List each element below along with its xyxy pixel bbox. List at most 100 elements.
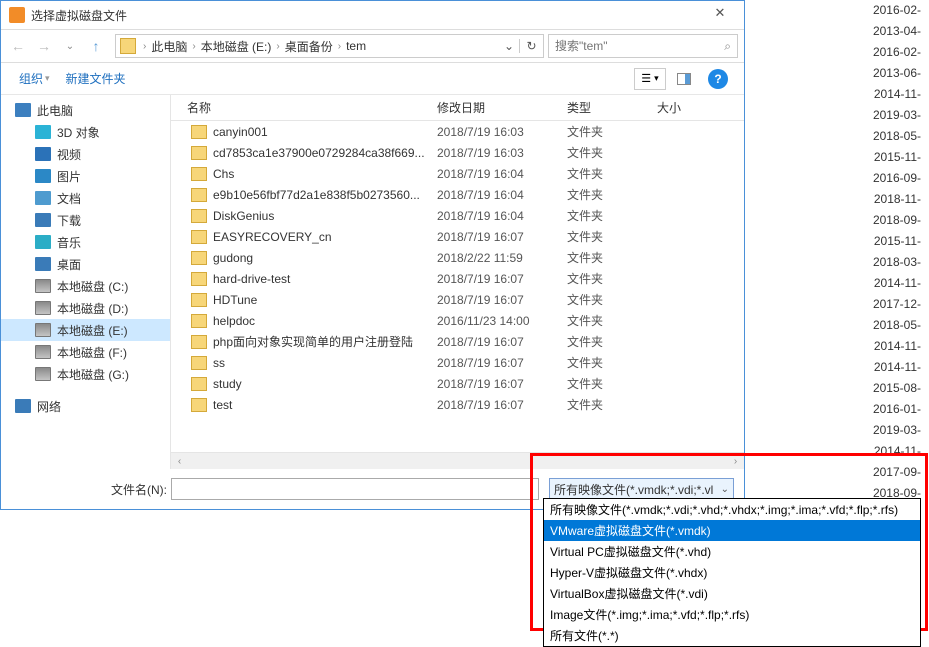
file-date: 2018/7/19 16:03 bbox=[437, 146, 567, 160]
sidebar-item[interactable]: 本地磁盘 (C:) bbox=[1, 275, 170, 297]
col-header-size[interactable]: 大小 bbox=[641, 99, 711, 116]
file-type: 文件夹 bbox=[567, 312, 657, 329]
sidebar-item[interactable]: 3D 对象 bbox=[1, 121, 170, 143]
file-type: 文件夹 bbox=[567, 144, 657, 161]
dropdown-item[interactable]: Virtual PC虚拟磁盘文件(*.vhd) bbox=[544, 541, 920, 562]
filetype-combo[interactable]: 所有映像文件(*.vmdk;*.vdi;*.vl ⌄ bbox=[549, 478, 734, 500]
sidebar-item[interactable]: 本地磁盘 (G:) bbox=[1, 363, 170, 385]
file-row[interactable]: e9b10e56fbf77d2a1e838f5b0273560...2018/7… bbox=[171, 184, 744, 205]
scroll-left-icon[interactable]: ‹ bbox=[171, 453, 188, 469]
address-dropdown-icon[interactable]: ⌄ bbox=[499, 39, 519, 53]
crumb-folder1[interactable]: 桌面备份 bbox=[283, 38, 335, 55]
file-row[interactable]: gudong2018/2/22 11:59文件夹 bbox=[171, 247, 744, 268]
sidebar-item[interactable]: 桌面 bbox=[1, 253, 170, 275]
file-name: EASYRECOVERY_cn bbox=[213, 230, 437, 244]
folder-icon bbox=[191, 125, 207, 139]
crumb-drive[interactable]: 本地磁盘 (E:) bbox=[199, 38, 274, 55]
new-folder-button[interactable]: 新建文件夹 bbox=[58, 66, 134, 91]
file-type: 文件夹 bbox=[567, 270, 657, 287]
file-name: e9b10e56fbf77d2a1e838f5b0273560... bbox=[213, 188, 437, 202]
file-name: cd7853ca1e37900e0729284ca38f669... bbox=[213, 146, 437, 160]
dropdown-item[interactable]: 所有文件(*.*) bbox=[544, 625, 920, 646]
up-button[interactable]: ↑ bbox=[85, 35, 107, 57]
file-type: 文件夹 bbox=[567, 123, 657, 140]
sidebar-icon bbox=[35, 257, 51, 271]
crumb-pc[interactable]: 此电脑 bbox=[149, 38, 189, 55]
file-date: 2018/7/19 16:04 bbox=[437, 209, 567, 223]
file-date: 2018/7/19 16:03 bbox=[437, 125, 567, 139]
sidebar-item[interactable]: 此电脑 bbox=[1, 99, 170, 121]
back-button[interactable]: ← bbox=[7, 35, 29, 57]
help-button[interactable]: ? bbox=[702, 68, 734, 90]
organize-menu[interactable]: 组织 ▾ bbox=[11, 66, 58, 91]
navigation-bar: ← → ⌄ ↑ › 此电脑 › 本地磁盘 (E:) › 桌面备份 › tem ⌄… bbox=[1, 29, 744, 63]
dropdown-item[interactable]: VirtualBox虚拟磁盘文件(*.vdi) bbox=[544, 583, 920, 604]
file-date: 2018/7/19 16:07 bbox=[437, 293, 567, 307]
history-dropdown[interactable]: ⌄ bbox=[59, 35, 81, 57]
file-name: hard-drive-test bbox=[213, 272, 437, 286]
file-row[interactable]: test2018/7/19 16:07文件夹 bbox=[171, 394, 744, 415]
preview-pane-button[interactable] bbox=[668, 68, 700, 90]
file-row[interactable]: HDTune2018/7/19 16:07文件夹 bbox=[171, 289, 744, 310]
dropdown-item[interactable]: Image文件(*.img;*.ima;*.vfd;*.flp;*.rfs) bbox=[544, 604, 920, 625]
sidebar-label: 视频 bbox=[57, 146, 81, 163]
address-bar[interactable]: › 此电脑 › 本地磁盘 (E:) › 桌面备份 › tem ⌄ ↻ bbox=[115, 34, 544, 58]
column-headers: 名称 修改日期 类型 大小 bbox=[171, 95, 744, 121]
dropdown-item[interactable]: Hyper-V虚拟磁盘文件(*.vhdx) bbox=[544, 562, 920, 583]
file-name: helpdoc bbox=[213, 314, 437, 328]
filetype-selected: 所有映像文件(*.vmdk;*.vdi;*.vl bbox=[554, 481, 717, 498]
crumb-folder2[interactable]: tem bbox=[344, 39, 368, 53]
file-row[interactable]: Chs2018/7/19 16:04文件夹 bbox=[171, 163, 744, 184]
folder-icon bbox=[191, 167, 207, 181]
dropdown-item[interactable]: VMware虚拟磁盘文件(*.vmdk) bbox=[544, 520, 920, 541]
file-row[interactable]: EASYRECOVERY_cn2018/7/19 16:07文件夹 bbox=[171, 226, 744, 247]
file-list[interactable]: canyin0012018/7/19 16:03文件夹cd7853ca1e379… bbox=[171, 121, 744, 452]
filetype-dropdown[interactable]: 所有映像文件(*.vmdk;*.vdi;*.vhd;*.vhdx;*.img;*… bbox=[543, 498, 921, 647]
refresh-button[interactable]: ↻ bbox=[519, 39, 543, 53]
file-row[interactable]: DiskGenius2018/7/19 16:04文件夹 bbox=[171, 205, 744, 226]
sidebar-item[interactable]: 本地磁盘 (E:) bbox=[1, 319, 170, 341]
sidebar-item[interactable]: 音乐 bbox=[1, 231, 170, 253]
dropdown-item[interactable]: 所有映像文件(*.vmdk;*.vdi;*.vhd;*.vhdx;*.img;*… bbox=[544, 499, 920, 520]
file-row[interactable]: php面向对象实现简单的用户注册登陆2018/7/19 16:07文件夹 bbox=[171, 331, 744, 352]
sidebar-item[interactable]: 网络 bbox=[1, 395, 170, 417]
file-row[interactable]: study2018/7/19 16:07文件夹 bbox=[171, 373, 744, 394]
sidebar-item[interactable]: 本地磁盘 (D:) bbox=[1, 297, 170, 319]
forward-button[interactable]: → bbox=[33, 35, 55, 57]
file-row[interactable]: helpdoc2016/11/23 14:00文件夹 bbox=[171, 310, 744, 331]
background-date-column: 2016-02-2013-04-2016-02-2013-06-2014-11-… bbox=[873, 0, 923, 525]
folder-icon bbox=[191, 314, 207, 328]
sidebar-item[interactable]: 本地磁盘 (F:) bbox=[1, 341, 170, 363]
file-row[interactable]: hard-drive-test2018/7/19 16:07文件夹 bbox=[171, 268, 744, 289]
scroll-right-icon[interactable]: › bbox=[727, 453, 744, 469]
sidebar-icon bbox=[35, 213, 51, 227]
toolbar: 组织 ▾ 新建文件夹 ☰▾ ? bbox=[1, 63, 744, 95]
file-row[interactable]: canyin0012018/7/19 16:03文件夹 bbox=[171, 121, 744, 142]
sidebar-item[interactable]: 下载 bbox=[1, 209, 170, 231]
search-box[interactable]: ⌕ bbox=[548, 34, 738, 58]
file-row[interactable]: ss2018/7/19 16:07文件夹 bbox=[171, 352, 744, 373]
horizontal-scrollbar[interactable]: ‹ › bbox=[171, 452, 744, 469]
window-title: 选择虚拟磁盘文件 bbox=[31, 7, 700, 24]
file-name: Chs bbox=[213, 167, 437, 181]
sidebar-label: 本地磁盘 (F:) bbox=[57, 344, 127, 361]
file-name: study bbox=[213, 377, 437, 391]
col-header-name[interactable]: 名称 bbox=[171, 99, 421, 116]
sidebar-label: 音乐 bbox=[57, 234, 81, 251]
sidebar-item[interactable]: 图片 bbox=[1, 165, 170, 187]
dialog-body: 此电脑3D 对象视频图片文档下载音乐桌面本地磁盘 (C:)本地磁盘 (D:)本地… bbox=[1, 95, 744, 469]
col-header-type[interactable]: 类型 bbox=[551, 99, 641, 116]
file-date: 2018/7/19 16:04 bbox=[437, 188, 567, 202]
file-date: 2018/7/19 16:04 bbox=[437, 167, 567, 181]
col-header-date[interactable]: 修改日期 bbox=[421, 99, 551, 116]
view-options-button[interactable]: ☰▾ bbox=[634, 68, 666, 90]
filename-input[interactable] bbox=[171, 478, 539, 500]
close-button[interactable]: ✕ bbox=[700, 5, 740, 25]
sidebar-label: 本地磁盘 (C:) bbox=[57, 278, 128, 295]
file-date: 2018/7/19 16:07 bbox=[437, 398, 567, 412]
file-row[interactable]: cd7853ca1e37900e0729284ca38f669...2018/7… bbox=[171, 142, 744, 163]
sidebar-item[interactable]: 文档 bbox=[1, 187, 170, 209]
sidebar-label: 下载 bbox=[57, 212, 81, 229]
sidebar-item[interactable]: 视频 bbox=[1, 143, 170, 165]
search-input[interactable] bbox=[555, 39, 724, 53]
